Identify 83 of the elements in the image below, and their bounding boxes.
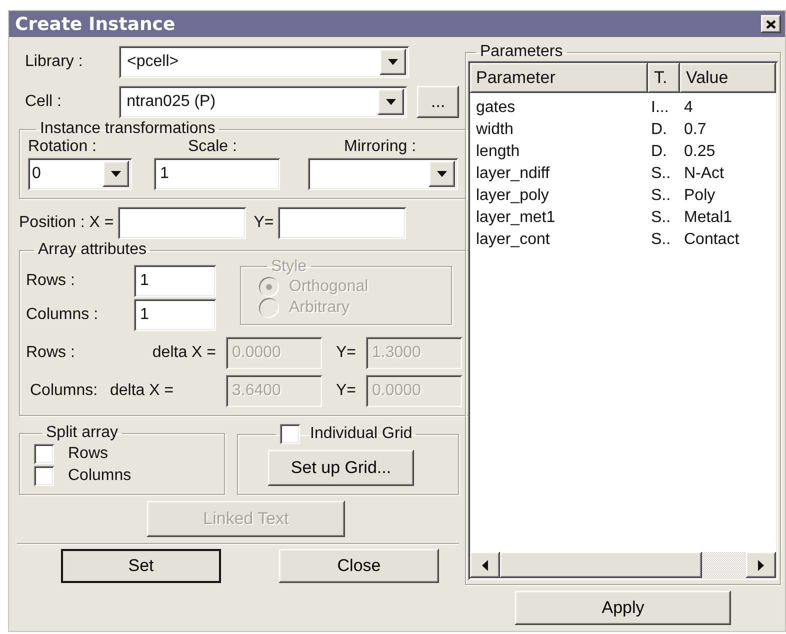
table-cell-text: Contact xyxy=(683,231,740,249)
table-cell-text: S.. xyxy=(650,187,672,205)
columns-label: Columns : xyxy=(26,306,100,324)
scroll-right-button[interactable] xyxy=(746,552,776,578)
table-cell-text: S.. xyxy=(650,165,672,183)
window-title: Create Instance xyxy=(15,14,176,34)
caret-icon xyxy=(386,99,396,105)
group-title: Split array xyxy=(45,424,120,442)
library-label: Library : xyxy=(25,53,84,71)
table-cell-text: Poly xyxy=(683,187,716,205)
table-cell-text: I... xyxy=(650,99,670,117)
delta-y-label: Y= xyxy=(336,344,356,362)
checkbox[interactable] xyxy=(280,424,300,444)
group-title: Parameters xyxy=(479,43,564,61)
left-arrow-icon xyxy=(480,560,490,570)
delta-y-label: Y= xyxy=(336,382,356,400)
dropdown-button[interactable] xyxy=(380,49,406,75)
apply-button[interactable]: Apply xyxy=(515,591,731,625)
column-header[interactable]: Value xyxy=(680,63,776,93)
table-cell-text: D. xyxy=(650,143,668,161)
delta-x-label: delta X = xyxy=(110,382,175,400)
table-cell-text: D. xyxy=(650,121,668,139)
setup-grid-button[interactable]: Set up Grid... xyxy=(268,450,414,486)
close-button[interactable] xyxy=(761,15,781,33)
position-y-field[interactable] xyxy=(278,207,406,239)
caret-icon xyxy=(111,171,121,177)
horizontal-scrollbar[interactable] xyxy=(470,552,776,578)
table-cell-text: length xyxy=(475,143,521,161)
scale-label: Scale : xyxy=(187,138,238,156)
scale-field[interactable]: 1 xyxy=(154,158,280,190)
columns-field[interactable]: 1 xyxy=(134,299,216,331)
set-button[interactable]: Set xyxy=(61,549,221,583)
checkbox-label: Columns xyxy=(68,467,132,485)
library-dropdown[interactable]: <pcell> xyxy=(119,46,409,78)
checkbox[interactable] xyxy=(34,444,54,464)
table-cell-text: layer_met1 xyxy=(475,209,556,227)
delta-label: Rows : xyxy=(26,344,76,362)
table-cell-text: S.. xyxy=(650,231,672,249)
table-cell-text: width xyxy=(475,121,514,139)
radio-label: Orthogonal xyxy=(289,278,368,296)
rotation-dropdown[interactable]: 0 xyxy=(28,158,132,190)
mirroring-label: Mirroring : xyxy=(343,138,416,156)
group-title: Array attributes xyxy=(37,241,148,259)
cell-dropdown[interactable]: ntran025 (P) xyxy=(118,86,408,118)
column-header[interactable]: T. xyxy=(648,63,680,93)
table-cell-text: layer_poly xyxy=(475,187,550,205)
rows-field[interactable]: 1 xyxy=(134,265,216,297)
caret-icon xyxy=(437,171,447,177)
checkbox[interactable] xyxy=(34,466,54,486)
position-y-label: Y= xyxy=(254,214,274,232)
table-cell-text: Metal1 xyxy=(683,209,734,227)
table-cell-text: 0.7 xyxy=(683,121,708,139)
column-header[interactable]: Parameter xyxy=(470,63,648,93)
cell-label: Cell : xyxy=(25,93,62,111)
dropdown-button[interactable] xyxy=(103,161,129,187)
dropdown-button[interactable] xyxy=(429,161,455,187)
table-cell-text: layer_ndiff xyxy=(475,165,551,183)
dropdown-button[interactable] xyxy=(378,89,404,115)
table-cell-text: gates xyxy=(475,99,516,117)
scroll-thumb[interactable] xyxy=(500,552,702,578)
delta-label: Columns: xyxy=(29,382,99,400)
radio-label: Arbitrary xyxy=(289,298,350,316)
delta-x-label: delta X = xyxy=(151,344,217,362)
checkbox-label: Rows xyxy=(68,445,108,463)
table-cell-text: 4 xyxy=(683,99,694,117)
rotation-label: Rotation : xyxy=(28,138,98,156)
close-dialog-button[interactable]: Close xyxy=(279,549,439,583)
group-title: Instance transformations xyxy=(39,120,216,138)
table-cell-text: layer_cont xyxy=(475,231,551,249)
table-cell-text: S.. xyxy=(650,209,672,227)
table-cell-text: N-Act xyxy=(683,165,725,183)
position-x-field[interactable] xyxy=(118,207,246,239)
checkbox-label: Individual Grid xyxy=(310,425,412,443)
scroll-left-button[interactable] xyxy=(470,552,500,578)
mirroring-dropdown[interactable] xyxy=(308,158,458,190)
close-icon xyxy=(766,20,776,28)
position-x-label: Position : X = xyxy=(19,214,114,232)
rows-label: Rows : xyxy=(26,272,76,290)
group-title: Style xyxy=(270,258,308,276)
table-cell-text: 0.25 xyxy=(683,143,716,161)
right-arrow-icon xyxy=(756,560,766,570)
browse-button[interactable]: ... xyxy=(417,86,459,118)
caret-icon xyxy=(388,59,398,65)
